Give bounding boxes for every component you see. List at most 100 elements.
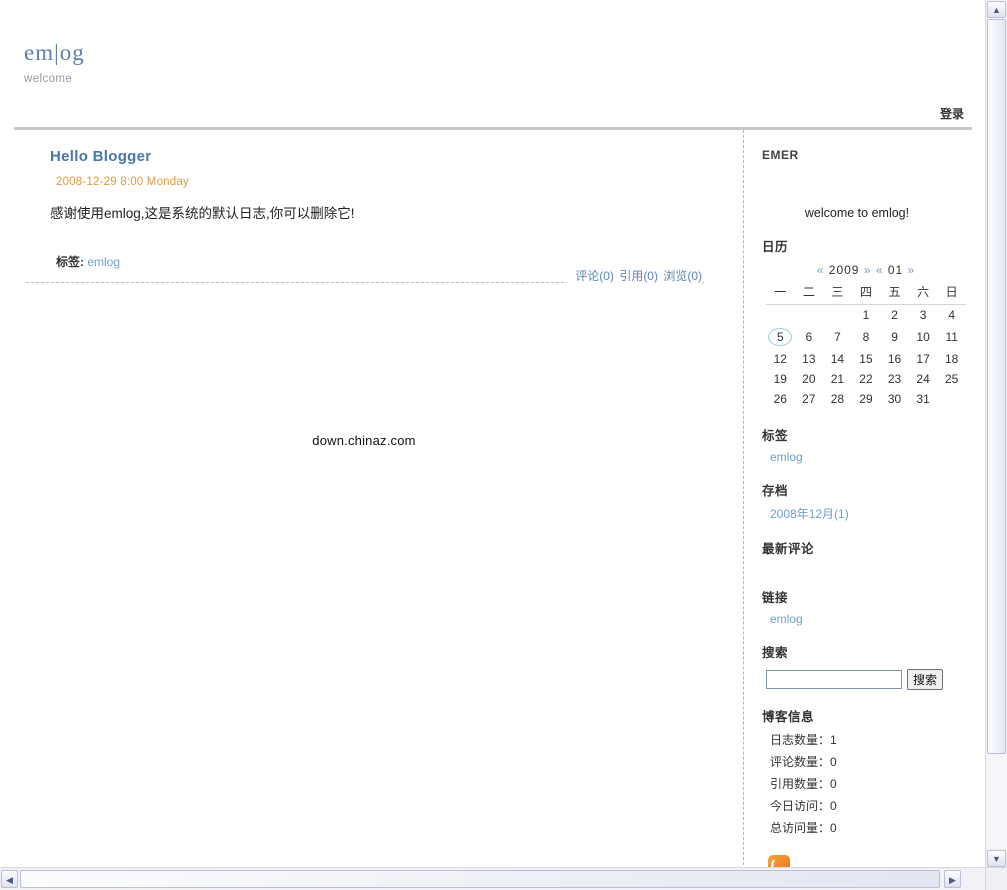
scroll-down-button[interactable]: ▼ — [987, 850, 1006, 867]
calendar-week-row: 19 20 21 22 23 24 25 — [766, 369, 966, 389]
chevron-up-icon: ▲ — [992, 5, 1001, 15]
calendar-day[interactable]: 13 — [795, 349, 824, 369]
calendar-weekday-row: 一二三四五六日 — [766, 281, 966, 306]
article-tags-label: 标签: — [56, 254, 84, 269]
calendar-day[interactable]: 21 — [823, 369, 852, 389]
vertical-scrollbar[interactable]: ▲ ▼ — [985, 0, 1007, 868]
calendar-day[interactable]: 25 — [937, 369, 966, 389]
sidebar-section-title-recent-comments: 最新评论 — [762, 542, 815, 557]
sidebar-section-title-tags: 标签 — [762, 429, 789, 444]
calendar-prev-month-icon[interactable]: « — [876, 263, 884, 277]
sidebar-link[interactable]: emlog — [770, 612, 803, 626]
search-form: 搜索 — [766, 669, 976, 691]
chevron-left-icon: ◀ — [6, 875, 13, 885]
page-columns: Hello Blogger 2008-12-29 8:00 Monday 感谢使… — [0, 130, 986, 868]
article-title[interactable]: Hello Blogger — [50, 148, 704, 165]
sidebar-section-title-calendar: 日历 — [762, 240, 789, 255]
main-content: Hello Blogger 2008-12-29 8:00 Monday 感谢使… — [14, 130, 714, 830]
calendar-day[interactable]: 28 — [823, 389, 852, 409]
list-item: emlog — [770, 450, 976, 464]
calendar-week-row: 1234 — [766, 305, 966, 326]
calendar-day[interactable]: 17 — [909, 349, 938, 369]
sidebar-section-title-links: 链接 — [762, 591, 789, 606]
calendar-widget: « 2009 » « 01 » 一二三四五六日 1 2 3 4 5 6 7 8 9 10 11 12 1… — [766, 261, 966, 409]
login-link[interactable]: 登录 — [940, 105, 964, 122]
horizontal-scrollbar[interactable]: ◀ ▶ — [0, 867, 986, 890]
calendar-day[interactable]: 23 — [880, 369, 909, 389]
calendar-day-empty — [766, 305, 795, 326]
calendar-today-circle: 5 — [768, 328, 793, 347]
calendar-day[interactable]: 20 — [795, 369, 824, 389]
article: Hello Blogger 2008-12-29 8:00 Monday 感谢使… — [14, 148, 714, 269]
scroll-right-button[interactable]: ▶ — [944, 870, 961, 888]
scrollbar-corner — [985, 867, 1007, 890]
sidebar-user-name: EMER — [762, 148, 799, 163]
scroll-up-button[interactable]: ▲ — [987, 1, 1006, 18]
blog-info-item: 评论数量：0 — [770, 755, 837, 770]
calendar-day[interactable]: 16 — [880, 349, 909, 369]
list-item: 2008年12月(1) — [770, 505, 976, 522]
calendar-day[interactable]: 6 — [795, 325, 824, 349]
calendar-day[interactable]: 22 — [852, 369, 881, 389]
sidebar-section-title-search: 搜索 — [762, 646, 789, 661]
calendar-day[interactable]: 15 — [852, 349, 881, 369]
calendar-day[interactable]: 31 — [909, 389, 938, 409]
calendar-day[interactable]: 4 — [937, 305, 966, 326]
sidebar-section-title-archive: 存档 — [762, 484, 789, 499]
sidebar-welcome-message: welcome to emlog! — [804, 206, 910, 221]
calendar-day[interactable]: 19 — [766, 369, 795, 389]
calendar-day[interactable]: 3 — [909, 305, 938, 326]
calendar-day[interactable]: 8 — [852, 325, 881, 349]
views-link[interactable]: 浏览(0) — [663, 269, 702, 283]
calendar-day[interactable]: 9 — [880, 325, 909, 349]
sidebar-recent-comments-empty — [760, 563, 976, 571]
calendar-weekday-3: 四 — [851, 281, 881, 306]
comments-link[interactable]: 评论(0) — [575, 269, 614, 283]
blog-title[interactable]: em|og — [24, 40, 986, 65]
calendar-next-year-icon[interactable]: » — [864, 263, 872, 277]
vertical-scroll-thumb[interactable] — [987, 19, 1006, 754]
calendar-nav: « 2009 » « 01 » — [766, 261, 966, 281]
calendar-weekday-5: 六 — [908, 281, 938, 306]
calendar-day[interactable]: 11 — [937, 325, 966, 349]
calendar-day[interactable]: 18 — [937, 349, 966, 369]
sidebar-archive-link[interactable]: 2008年12月(1) — [770, 507, 849, 521]
blog-page: em|og welcome 登录 Hello Blogger 2008-12-2… — [0, 0, 986, 868]
chevron-right-icon: ▶ — [949, 875, 956, 885]
calendar-month: 01 — [887, 263, 904, 278]
search-button[interactable]: 搜索 — [907, 669, 944, 691]
calendar-weekday-1: 二 — [794, 281, 824, 306]
sidebar-tag-link[interactable]: emlog — [770, 450, 803, 464]
chevron-down-icon: ▼ — [992, 854, 1001, 864]
calendar-next-month-icon[interactable]: » — [908, 263, 916, 277]
search-input[interactable] — [766, 670, 902, 690]
calendar-day[interactable]: 30 — [880, 389, 909, 409]
browser-viewport: em|og welcome 登录 Hello Blogger 2008-12-2… — [0, 0, 986, 868]
article-tag-link[interactable]: emlog — [87, 255, 120, 269]
calendar-day[interactable]: 2 — [880, 305, 909, 326]
calendar-day[interactable]: 29 — [852, 389, 881, 409]
calendar-weekday-6: 日 — [937, 281, 966, 306]
trackback-link[interactable]: 引用(0) — [619, 269, 658, 283]
calendar-table: 一二三四五六日 1 2 3 4 5 6 7 8 9 10 11 12 13 14 15 16 17 18 19 20 2… — [766, 281, 966, 409]
nav-bar: 登录 — [14, 105, 972, 131]
calendar-prev-year-icon[interactable]: « — [817, 263, 825, 277]
blog-info-item: 日志数量：1 — [770, 733, 837, 748]
calendar-day[interactable]: 10 — [909, 325, 938, 349]
calendar-day[interactable]: 7 — [823, 325, 852, 349]
calendar-week-row: 12 13 14 15 16 17 18 — [766, 349, 966, 369]
scroll-left-button[interactable]: ◀ — [1, 870, 18, 888]
sidebar-links-list: emlog — [760, 612, 976, 626]
calendar-day[interactable]: 26 — [766, 389, 795, 409]
sidebar-section-title-blog-info: 博客信息 — [762, 710, 815, 725]
calendar-day[interactable]: 14 — [823, 349, 852, 369]
blog-subtitle: welcome — [24, 73, 73, 86]
calendar-day[interactable]: 27 — [795, 389, 824, 409]
calendar-week-row: 26 27 28 29 30 31 — [766, 389, 966, 409]
calendar-day-today[interactable]: 5 — [766, 325, 795, 349]
horizontal-scroll-thumb[interactable] — [20, 870, 940, 888]
calendar-day[interactable]: 12 — [766, 349, 795, 369]
calendar-day[interactable]: 1 — [852, 305, 881, 326]
calendar-day[interactable]: 24 — [909, 369, 938, 389]
list-item: emlog — [770, 612, 976, 626]
